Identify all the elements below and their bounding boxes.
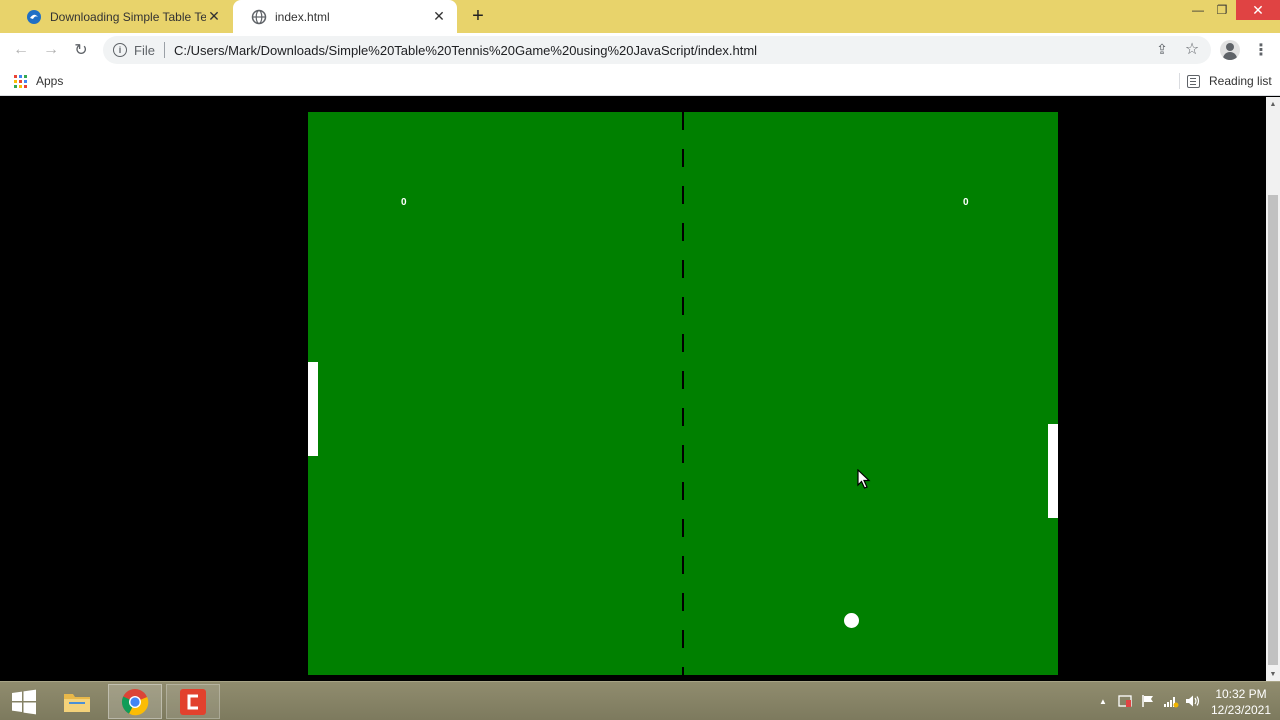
tab-strip: Downloading Simple Table Tenni ✕ index.h…: [0, 0, 1280, 33]
camtasia-taskbar-button[interactable]: [166, 684, 220, 719]
apps-grid-dot: [14, 79, 17, 83]
apps-grid-dot: [24, 74, 27, 78]
chrome-icon: [121, 688, 149, 715]
system-clock[interactable]: 10:32 PM 12/23/2021: [1208, 686, 1274, 718]
action-center-icon[interactable]: [1116, 691, 1134, 711]
page-viewport: 0 0: [0, 97, 1266, 681]
mouse-cursor-icon: [857, 469, 871, 489]
windows-logo-icon: [12, 689, 36, 715]
apps-grid-dot: [19, 79, 22, 83]
folder-icon: [64, 693, 90, 712]
apps-label: Apps: [36, 74, 64, 88]
file-explorer-button[interactable]: [50, 684, 104, 719]
forward-button[interactable]: →: [39, 38, 63, 62]
site-favicon-icon: [26, 9, 42, 25]
browser-toolbar: ← → ↻ i File C:/Users/Mark/Downloads/Sim…: [0, 33, 1280, 66]
volume-icon[interactable]: [1184, 691, 1202, 711]
reading-list-button[interactable]: Reading list: [1187, 71, 1272, 91]
globe-icon: [251, 9, 267, 25]
apps-grid-dot: [14, 84, 17, 88]
tab-index-html[interactable]: index.html ✕: [233, 0, 457, 33]
menu-button[interactable]: ⋮: [1249, 38, 1273, 62]
center-net: [682, 112, 684, 675]
bookmarks-divider: [1179, 73, 1180, 89]
left-paddle: [308, 362, 318, 456]
clock-date: 12/23/2021: [1210, 703, 1272, 717]
scroll-thumb[interactable]: [1268, 195, 1278, 665]
url-text[interactable]: C:/Users/Mark/Downloads/Simple%20Table%2…: [174, 43, 757, 58]
ball: [844, 613, 859, 628]
flag-icon[interactable]: [1139, 691, 1157, 711]
share-icon[interactable]: ⇪: [1152, 39, 1172, 59]
scroll-down-icon[interactable]: ▼: [1266, 667, 1280, 681]
show-hidden-icons-icon[interactable]: ▲: [1096, 691, 1110, 711]
scheme-label: File: [134, 42, 155, 58]
apps-grid-dot: [19, 84, 22, 88]
clock-time: 10:32 PM: [1215, 687, 1267, 701]
reading-list-label: Reading list: [1209, 74, 1272, 88]
vertical-scrollbar[interactable]: ▲ ▼: [1266, 97, 1280, 681]
network-icon[interactable]: [1162, 691, 1180, 711]
close-window-button[interactable]: ✕: [1236, 0, 1280, 20]
omnibox-divider: [163, 42, 165, 58]
back-button[interactable]: ←: [9, 38, 33, 62]
right-paddle: [1048, 424, 1058, 518]
tab-downloading[interactable]: Downloading Simple Table Tenni ✕: [8, 0, 232, 33]
start-button[interactable]: [4, 686, 44, 718]
apps-grid-icon: [14, 74, 27, 88]
profile-button[interactable]: [1218, 38, 1242, 62]
address-bar[interactable]: i File C:/Users/Mark/Downloads/Simple%20…: [103, 36, 1211, 64]
camtasia-icon: [180, 688, 206, 715]
score-left: 0: [401, 197, 407, 208]
new-tab-button[interactable]: +: [467, 5, 489, 27]
chrome-taskbar-button[interactable]: [108, 684, 162, 719]
info-icon[interactable]: i: [113, 43, 127, 57]
score-right: 0: [963, 197, 969, 208]
tab-title: index.html: [275, 9, 330, 24]
reading-list-icon: [1187, 74, 1200, 88]
apps-grid-dot: [24, 79, 27, 83]
bookmark-star-icon[interactable]: ☆: [1182, 39, 1202, 59]
apps-bookmark[interactable]: Apps: [14, 71, 63, 91]
windows-taskbar: ▲ 10:32 PM 12/23/2021: [0, 681, 1280, 720]
tab-title: Downloading Simple Table Tenni: [50, 9, 206, 24]
reload-button[interactable]: ↻: [69, 38, 93, 62]
apps-grid-dot: [19, 74, 22, 78]
apps-grid-dot: [14, 74, 17, 78]
avatar-icon: [1220, 40, 1240, 60]
restore-button[interactable]: ❐: [1208, 0, 1236, 20]
scroll-up-icon[interactable]: ▲: [1266, 97, 1280, 111]
apps-grid-dot: [24, 84, 27, 88]
tab-close-icon[interactable]: ✕: [206, 8, 222, 25]
bookmarks-bar: Apps Reading list: [0, 66, 1280, 96]
tab-close-icon[interactable]: ✕: [431, 8, 447, 25]
game-table[interactable]: 0 0: [308, 112, 1058, 675]
